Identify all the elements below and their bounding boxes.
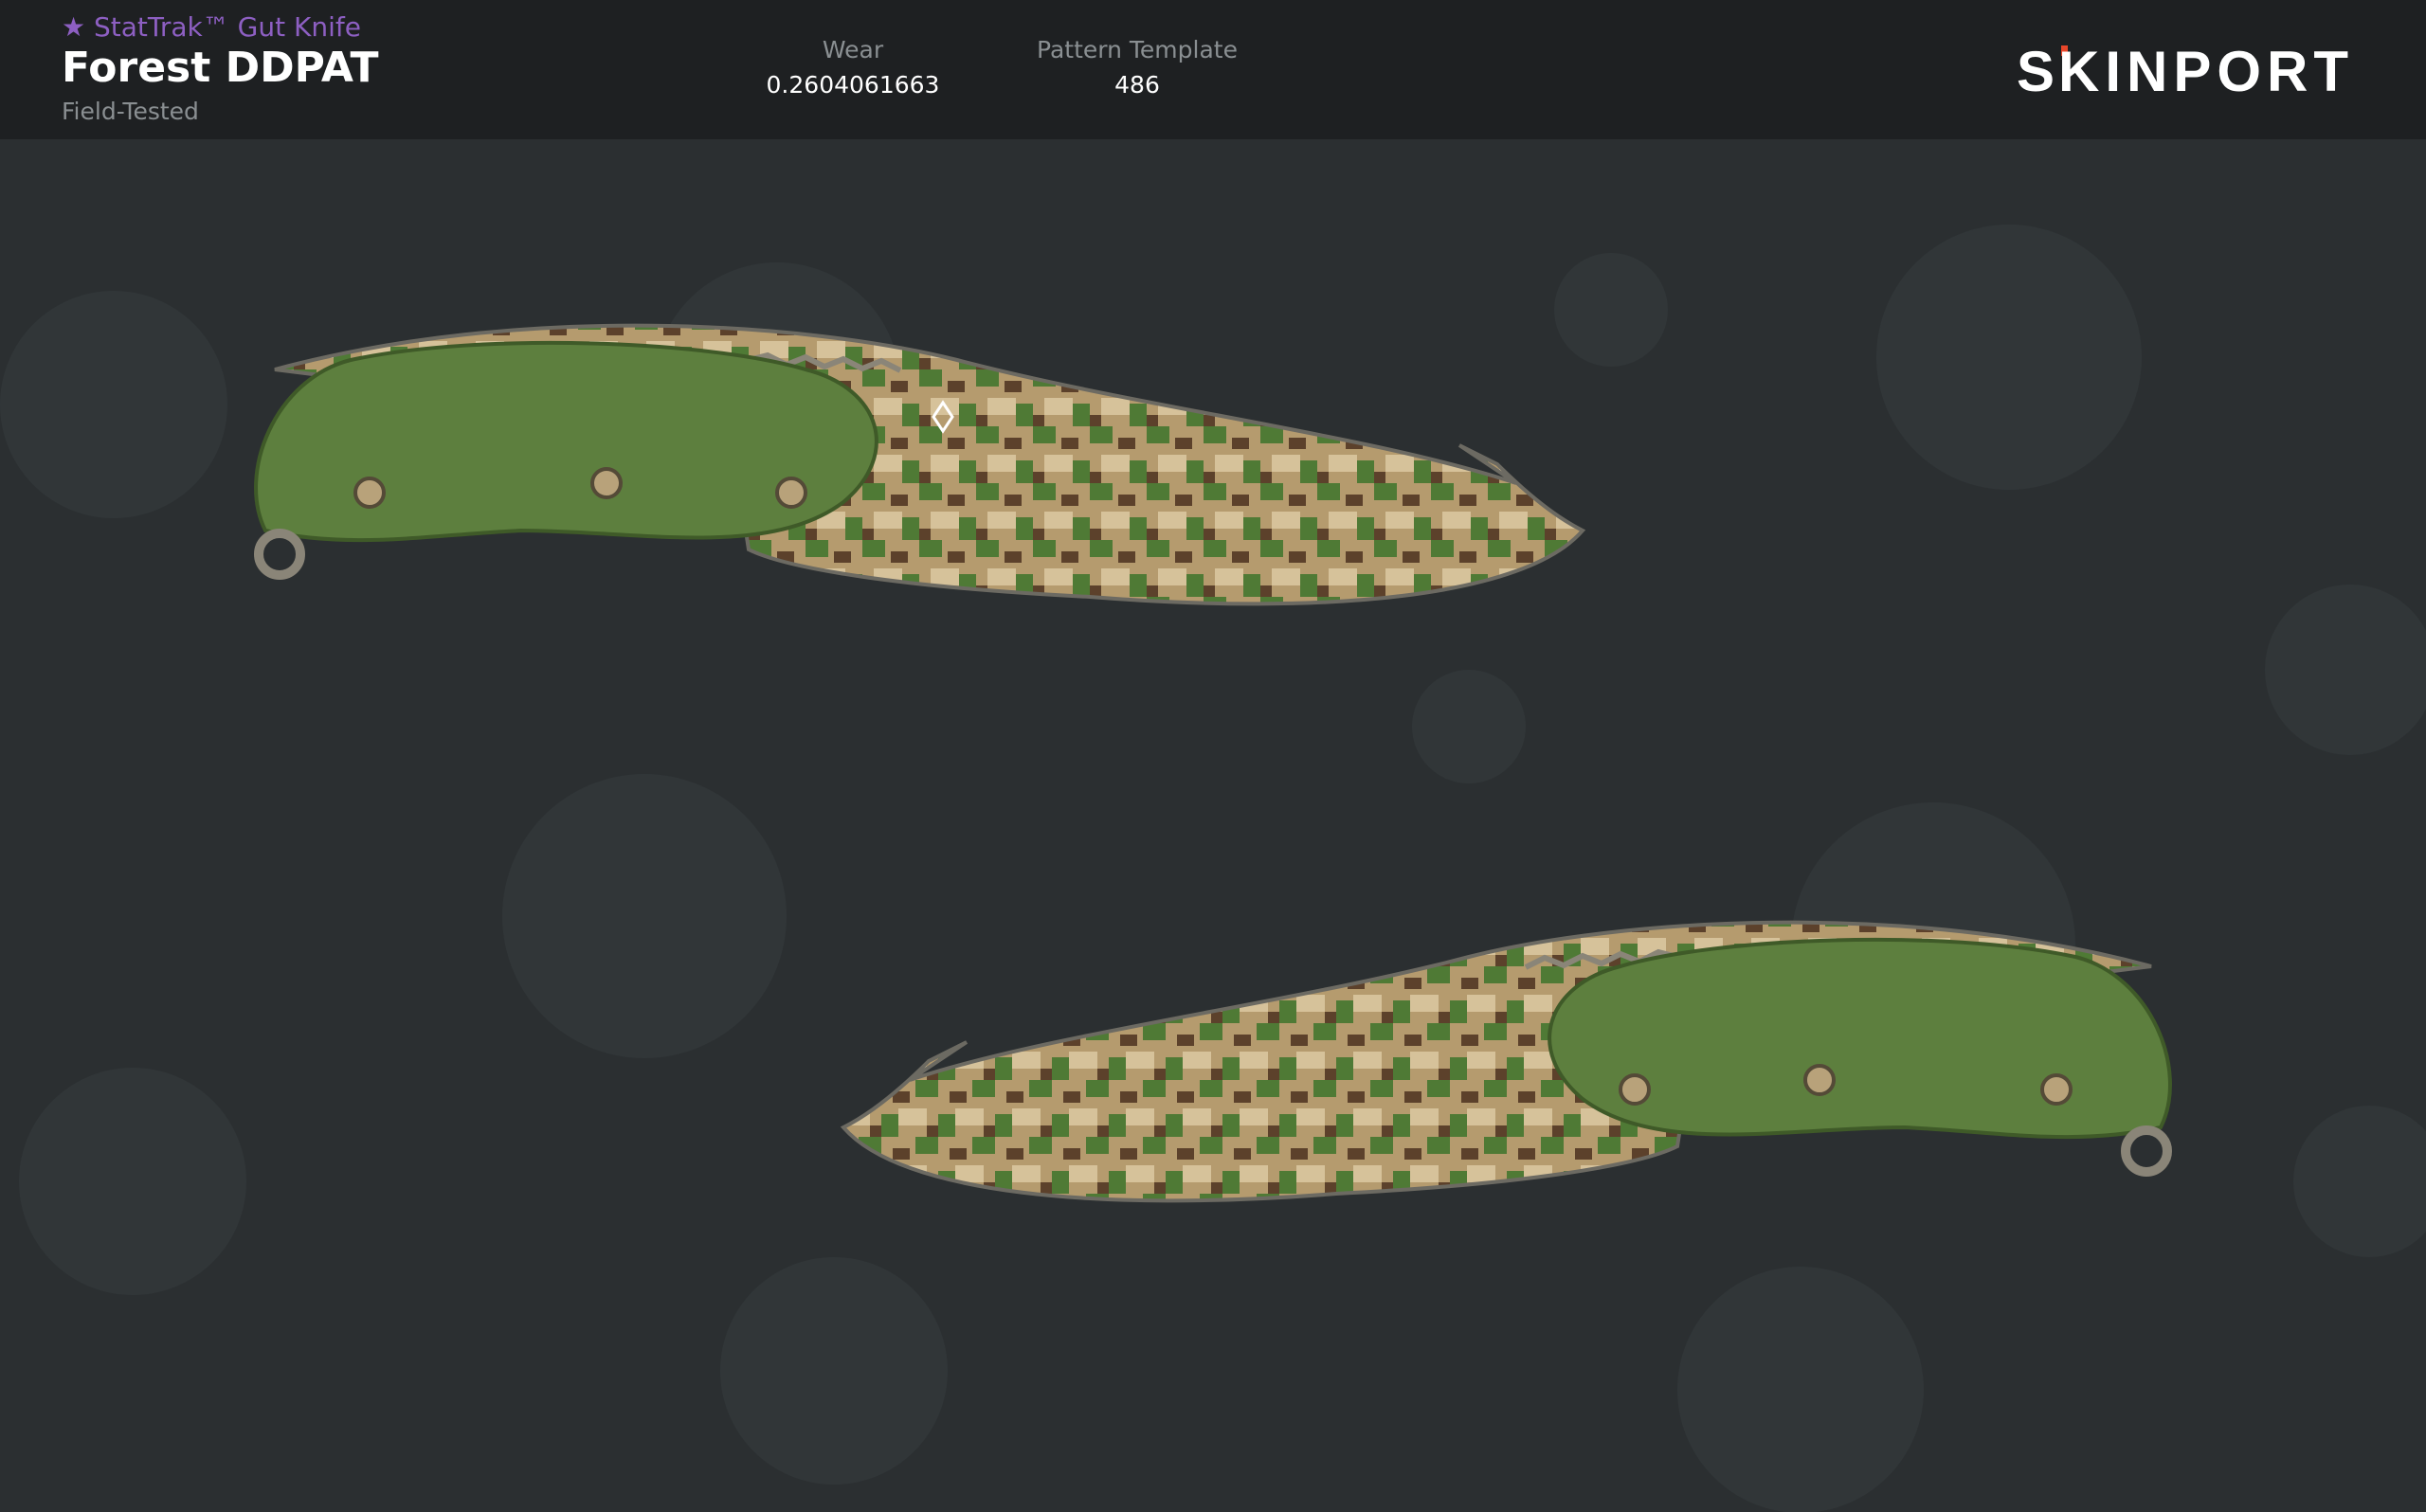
pattern-value: 486: [1114, 71, 1160, 99]
svg-text:S: S: [2017, 40, 2060, 102]
knife-image-side-b: [840, 920, 2172, 1203]
skinport-logo[interactable]: S KINPORT: [2017, 36, 2365, 102]
pattern-stat: Pattern Template 486: [1019, 36, 1256, 99]
knife-image-side-a: [254, 323, 1586, 606]
wear-label: Wear: [822, 36, 884, 63]
wear-value: 0.2604061663: [766, 71, 940, 99]
pattern-label: Pattern Template: [1037, 36, 1238, 63]
svg-text:KINPORT: KINPORT: [2058, 40, 2354, 102]
exterior-label: Field-Tested: [62, 98, 199, 125]
item-type: ★ StatTrak™ Gut Knife: [62, 11, 361, 43]
header-bar: ★ StatTrak™ Gut Knife Forest DDPAT Field…: [0, 0, 2426, 139]
wear-stat: Wear 0.2604061663: [758, 36, 948, 99]
skin-name: Forest DDPAT: [62, 44, 379, 92]
